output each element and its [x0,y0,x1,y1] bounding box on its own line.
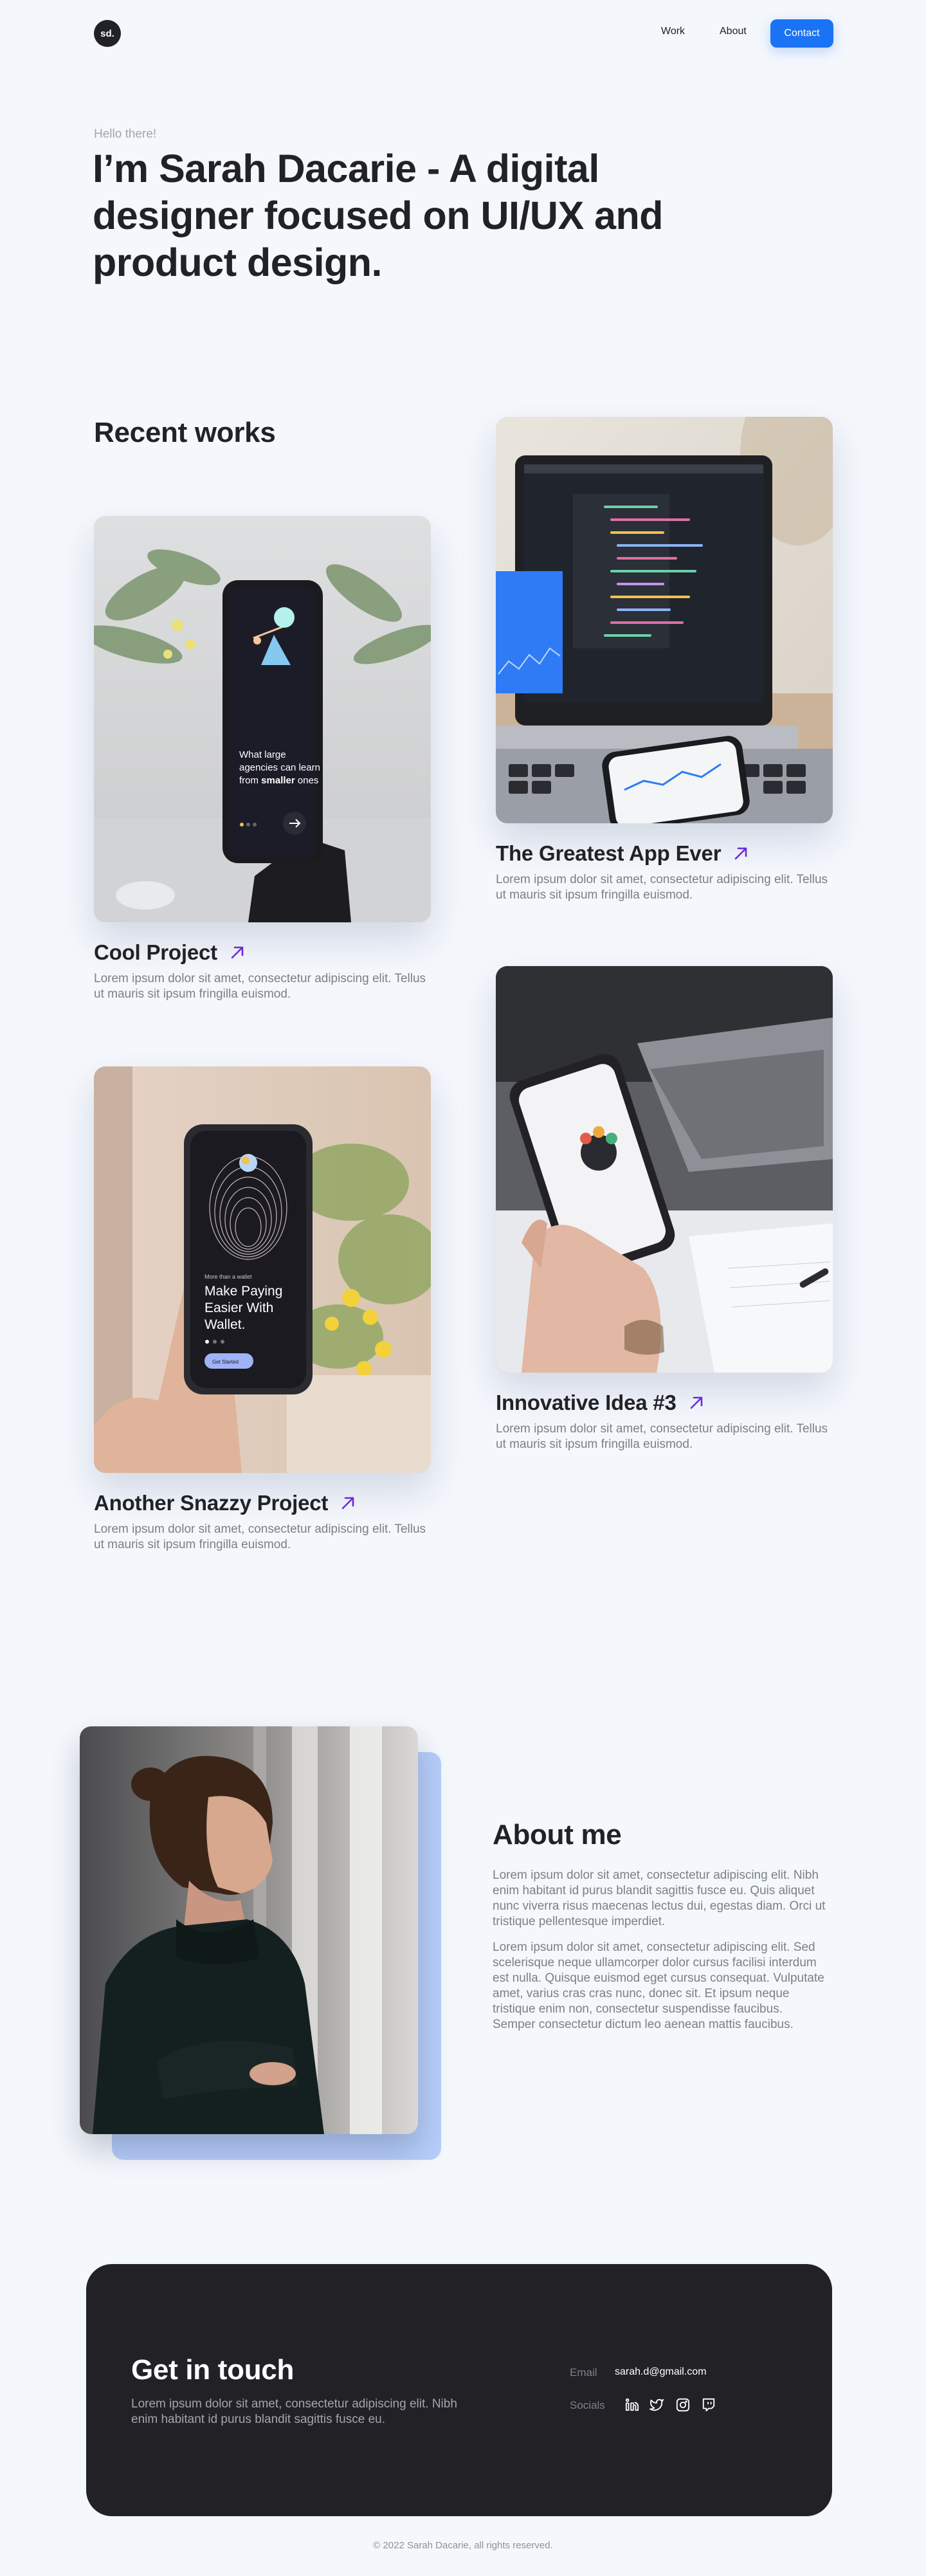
linkedin-icon[interactable] [624,2397,640,2413]
nav-link-about[interactable]: About [720,26,747,37]
contact-text: Lorem ipsum dolor sit amet, consectetur … [131,2397,457,2426]
work-title-text: Cool Project [94,940,217,964]
work-title-greatest-app[interactable]: The Greatest App Ever [496,841,749,866]
work-desc-snazzy-project: Lorem ipsum dolor sit amet, consectetur … [94,1522,426,1551]
email-link[interactable]: sarah.d@gmail.com [615,2366,707,2378]
instagram-icon[interactable] [675,2397,691,2413]
socials-label: Socials [570,2399,605,2411]
about-paragraph-1: Lorem ipsum dolor sit amet, consectetur … [493,1868,826,1928]
wallet-screen-line2: Easier With [204,1301,273,1315]
work-title-text: Another Snazzy Project [94,1491,329,1515]
work-title-text: Innovative Idea #3 [496,1391,676,1414]
arrow-up-right-icon [688,1394,705,1411]
work-title-cool-project[interactable]: Cool Project [94,940,246,965]
wallet-screen-kicker: More than a wallet [204,1274,252,1280]
work-image-laptop[interactable] [496,417,833,823]
about-title: About me [493,1819,622,1850]
nav-link-work[interactable]: Work [661,26,685,37]
phone-screen-text-line3: from smaller ones [239,775,318,786]
portrait-photo [80,1726,418,2134]
contact-title: Get in touch [131,2354,295,2386]
phone-screen-text-line1: What large [239,749,286,760]
twitch-icon[interactable] [700,2397,717,2413]
wallet-screen-line3: Wallet. [204,1317,245,1332]
hero-greeting: Hello there! [94,127,157,141]
work-title-text: The Greatest App Ever [496,841,722,865]
contact-button[interactable]: Contact [770,19,833,48]
recent-works-title: Recent works [94,417,276,448]
logo[interactable]: sd. [94,20,121,47]
hero-headline: I’m Sarah Dacarie - A digital designer f… [93,147,664,284]
work-image-phone-stand[interactable]: What large agencies can learn from small… [94,516,431,922]
work-desc-greatest-app: Lorem ipsum dolor sit amet, consectetur … [496,873,828,902]
work-title-snazzy-project[interactable]: Another Snazzy Project [94,1491,356,1515]
footer-copyright: © 2022 Sarah Dacarie, all rights reserve… [373,2540,553,2551]
about-paragraph-2: Lorem ipsum dolor sit amet, consectetur … [493,1941,824,2031]
wallet-screen-line1: Make Paying [204,1284,282,1299]
email-label: Email [570,2366,597,2379]
phone-screen-text-line2: agencies can learn [239,762,320,773]
wallet-screen-cta: Get Started [212,1359,239,1365]
work-image-hand-phone[interactable] [496,966,833,1373]
work-title-innovative-idea[interactable]: Innovative Idea #3 [496,1391,705,1415]
work-image-wallet-phone[interactable]: More than a wallet Make Paying Easier Wi… [94,1066,431,1473]
arrow-up-right-icon [340,1495,356,1512]
twitter-icon[interactable] [648,2397,665,2413]
work-desc-cool-project: Lorem ipsum dolor sit amet, consectetur … [94,972,426,1001]
arrow-up-right-icon [229,944,246,961]
contact-panel [86,2264,832,2516]
arrow-up-right-icon [732,845,749,862]
work-desc-innovative-idea: Lorem ipsum dolor sit amet, consectetur … [496,1422,828,1451]
